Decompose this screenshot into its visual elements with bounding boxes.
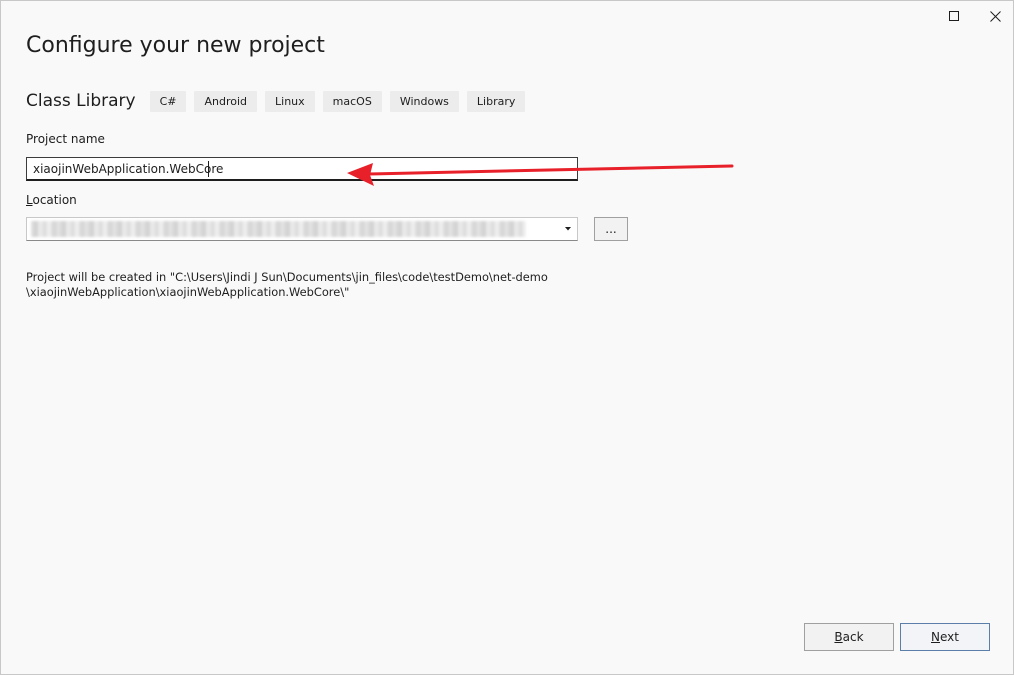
- square-icon: [948, 10, 959, 21]
- maximize-button[interactable]: [936, 1, 972, 31]
- back-accesskey: B: [834, 630, 843, 644]
- tag-linux: Linux: [265, 90, 315, 112]
- next-label-rest: ext: [940, 630, 959, 644]
- location-label: Location: [26, 193, 77, 207]
- close-button[interactable]: [977, 1, 1013, 31]
- back-button[interactable]: Back: [804, 623, 894, 651]
- template-name: Class Library: [26, 91, 136, 111]
- location-value-redacted: [31, 221, 526, 237]
- dialog-window: Configure your new project Class Library…: [0, 0, 1014, 675]
- project-path-line-1: Project will be created in "C:\Users\Jin…: [26, 270, 548, 284]
- project-path-line-2: \xiaojinWebApplication\xiaojinWebApplica…: [26, 285, 350, 299]
- project-name-input[interactable]: [26, 157, 578, 181]
- close-icon: [989, 10, 1001, 22]
- browse-button[interactable]: ...: [594, 217, 628, 241]
- page-title: Configure your new project: [26, 33, 325, 58]
- next-button[interactable]: Next: [900, 623, 990, 651]
- chevron-down-icon[interactable]: [563, 225, 573, 233]
- tag-windows: Windows: [389, 90, 459, 112]
- next-accesskey: N: [931, 630, 940, 644]
- back-label-rest: ack: [842, 630, 864, 644]
- tag-android: Android: [194, 90, 258, 112]
- location-combobox[interactable]: [26, 217, 578, 241]
- template-header: Class Library C# Android Linux macOS Win…: [26, 87, 533, 115]
- text-caret: [208, 161, 209, 177]
- project-name-label: Project name: [26, 132, 105, 146]
- tag-library: Library: [466, 90, 526, 112]
- location-label-rest: ocation: [32, 193, 77, 207]
- tag-language: C#: [149, 90, 187, 112]
- project-path-info: Project will be created in "C:\Users\Jin…: [26, 270, 586, 300]
- tag-macos: macOS: [322, 90, 382, 112]
